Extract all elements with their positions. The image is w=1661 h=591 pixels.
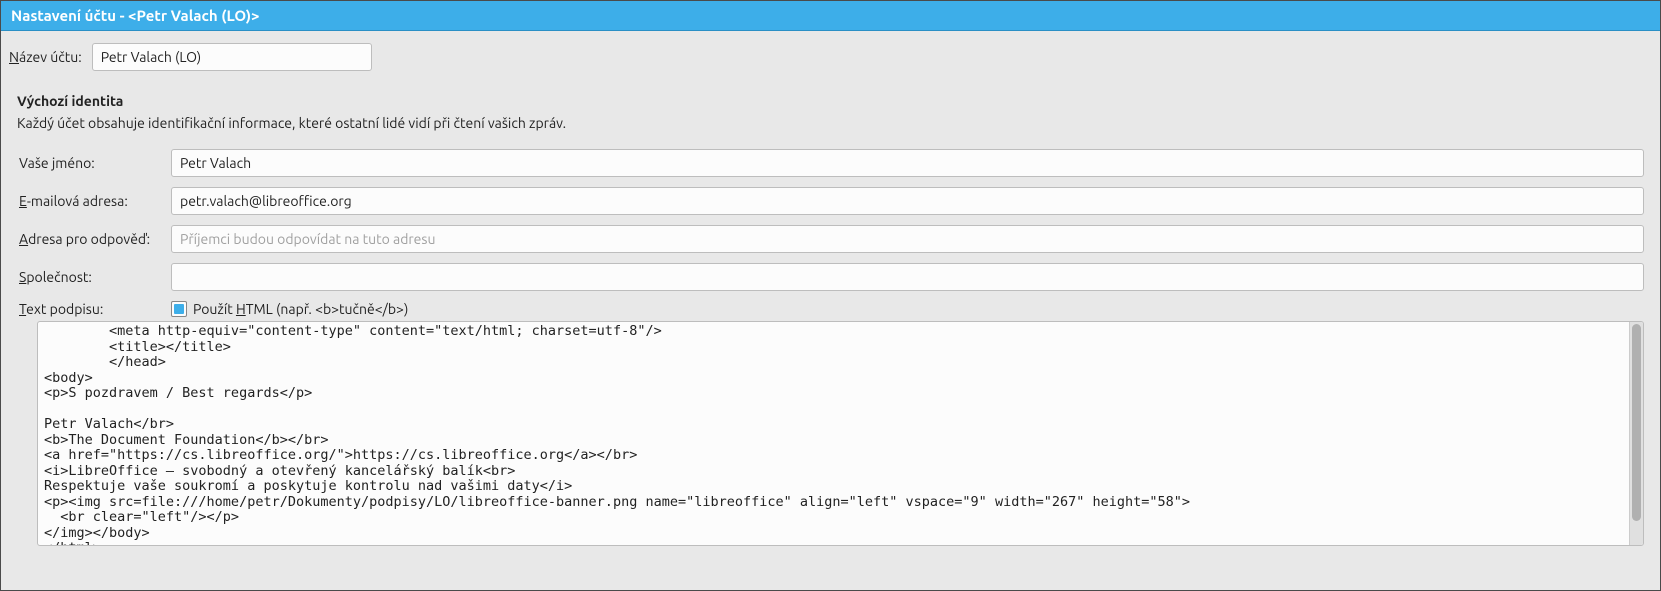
identity-form: Vaše jméno: E-mailová adresa: Adresa pro…: [17, 149, 1644, 317]
your-name-label: Vaše jméno:: [17, 155, 157, 171]
window-titlebar: Nastavení účtu - <Petr Valach (LO)>: [1, 1, 1660, 31]
organization-input[interactable]: [171, 263, 1644, 291]
organization-label: Společnost:: [17, 269, 157, 285]
window-content: Název účtu: Výchozí identita Každý účet …: [1, 31, 1660, 546]
scrollbar-thumb[interactable]: [1632, 324, 1641, 521]
use-html-row: Použít HTML (např. <b>tučně</b>): [171, 301, 1644, 317]
scrollbar-vertical[interactable]: [1629, 322, 1643, 545]
checkbox-checked-icon: [174, 304, 184, 314]
use-html-checkbox[interactable]: [171, 301, 187, 317]
identity-description: Každý účet obsahuje identifikační inform…: [17, 115, 1652, 131]
signature-textarea[interactable]: <meta http-equiv="content-type" content=…: [37, 321, 1644, 546]
email-input[interactable]: [171, 187, 1644, 215]
reply-to-label: Adresa pro odpověď:: [17, 231, 157, 247]
email-label: E-mailová adresa:: [17, 193, 157, 209]
account-name-label: Název účtu:: [9, 49, 82, 65]
account-name-row: Název účtu:: [9, 43, 1652, 71]
settings-window: Nastavení účtu - <Petr Valach (LO)> Náze…: [0, 0, 1661, 591]
reply-to-input[interactable]: [171, 225, 1644, 253]
signature-label: Text podpisu:: [17, 301, 157, 317]
signature-text-content[interactable]: <meta http-equiv="content-type" content=…: [38, 322, 1629, 545]
account-name-input[interactable]: [92, 43, 372, 71]
use-html-label: Použít HTML (např. <b>tučně</b>): [193, 301, 408, 317]
your-name-input[interactable]: [171, 149, 1644, 177]
identity-heading: Výchozí identita: [17, 93, 1652, 109]
